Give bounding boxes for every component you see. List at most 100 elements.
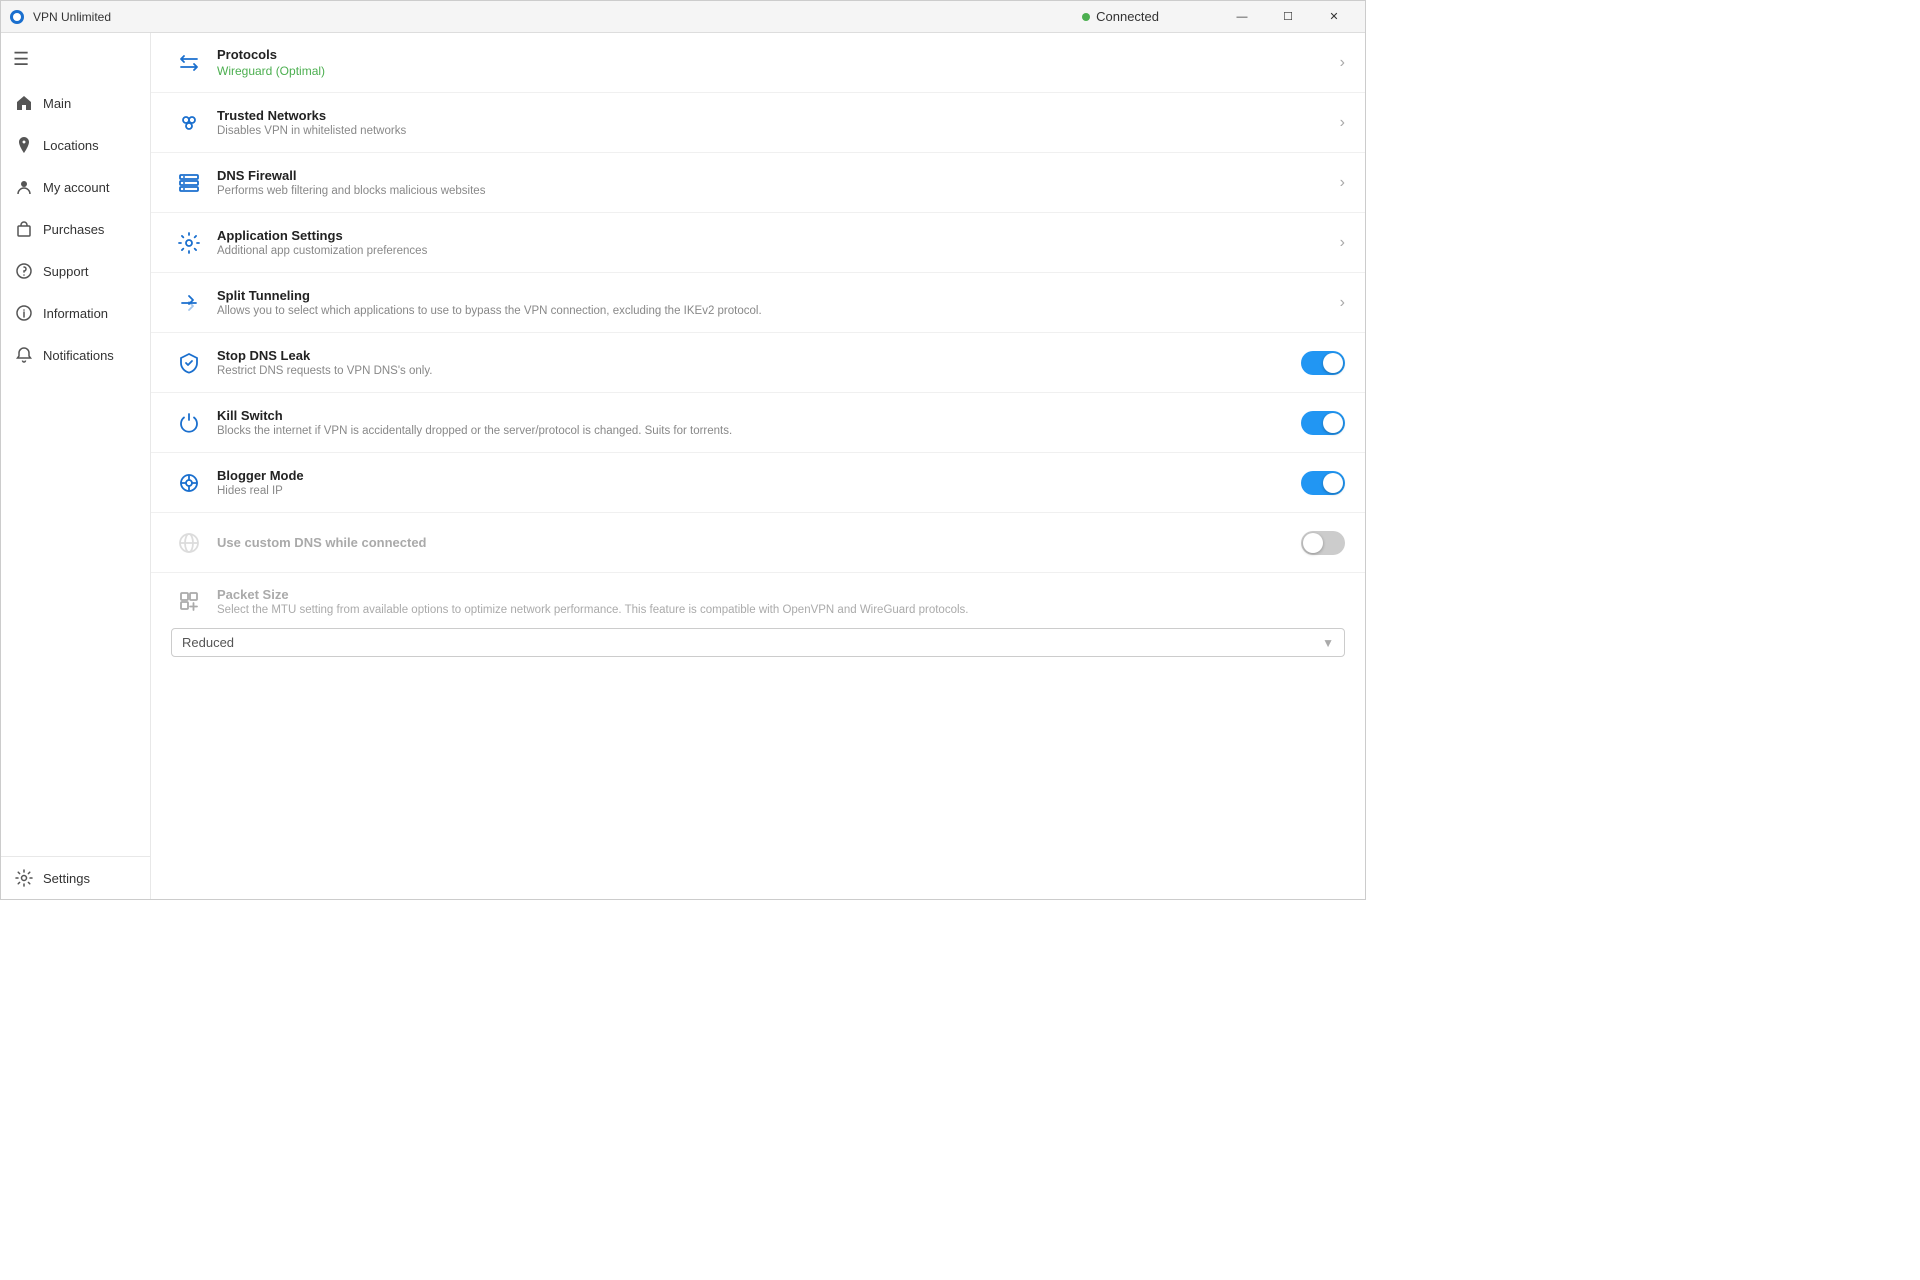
stop-dns-leak-info: Stop DNS Leak Restrict DNS requests to V…: [207, 348, 1301, 377]
protocols-value: Wireguard (Optimal): [217, 64, 1340, 78]
kill-switch-info: Kill Switch Blocks the internet if VPN i…: [207, 408, 1301, 437]
split-tunneling-action: ›: [1340, 294, 1345, 312]
protocols-chevron-icon: ›: [1340, 54, 1345, 72]
protocols-action: ›: [1340, 54, 1345, 72]
stop-dns-leak-toggle-track: [1301, 351, 1345, 375]
split-tunneling-title: Split Tunneling: [217, 288, 1340, 303]
sidebar-item-locations[interactable]: Locations: [1, 124, 150, 166]
stop-dns-leak-toggle-thumb: [1323, 353, 1343, 373]
custom-dns-toggle-container[interactable]: [1301, 531, 1345, 555]
person-icon: [15, 178, 33, 196]
sidebar-label-my-account: My account: [43, 180, 109, 195]
packet-size-icon: [171, 589, 207, 613]
menu-button[interactable]: ☰: [1, 41, 150, 78]
support-icon: [15, 262, 33, 280]
kill-switch-toggle-container[interactable]: [1301, 411, 1345, 435]
sidebar-item-main[interactable]: Main: [1, 82, 150, 124]
window-controls: — ☐ ✕: [1219, 1, 1357, 33]
trusted-networks-action: ›: [1340, 114, 1345, 132]
custom-dns-toggle[interactable]: [1301, 531, 1345, 555]
trusted-networks-icon: [171, 111, 207, 135]
sidebar-item-information[interactable]: Information: [1, 292, 150, 334]
blogger-mode-toggle[interactable]: [1301, 471, 1345, 495]
protocols-row[interactable]: Protocols Wireguard (Optimal) ›: [151, 33, 1365, 93]
sidebar-item-my-account[interactable]: My account: [1, 166, 150, 208]
connected-dot-icon: [1082, 13, 1090, 21]
packet-size-dropdown-arrow-icon: ▼: [1322, 636, 1334, 650]
trusted-networks-title: Trusted Networks: [217, 108, 1340, 123]
kill-switch-desc: Blocks the internet if VPN is accidental…: [217, 425, 1301, 437]
kill-switch-toggle[interactable]: [1301, 411, 1345, 435]
titlebar-right: Connected — ☐ ✕: [1082, 1, 1357, 33]
packet-size-desc: Select the MTU setting from available op…: [217, 604, 968, 616]
custom-dns-title: Use custom DNS while connected: [217, 535, 1301, 550]
app-settings-row[interactable]: Application Settings Additional app cust…: [151, 213, 1365, 273]
blogger-mode-title: Blogger Mode: [217, 468, 1301, 483]
titlebar: VPN Unlimited Connected — ☐ ✕: [1, 1, 1365, 33]
connected-label: Connected: [1096, 9, 1159, 24]
custom-dns-toggle-track: [1301, 531, 1345, 555]
bag-icon: [15, 220, 33, 238]
app-title: VPN Unlimited: [33, 10, 111, 24]
custom-dns-icon: [171, 531, 207, 555]
dns-firewall-chevron-icon: ›: [1340, 174, 1345, 192]
sidebar-item-purchases[interactable]: Purchases: [1, 208, 150, 250]
stop-dns-leak-title: Stop DNS Leak: [217, 348, 1301, 363]
dns-firewall-row[interactable]: DNS Firewall Performs web filtering and …: [151, 153, 1365, 213]
maximize-button[interactable]: ☐: [1265, 1, 1311, 33]
minimize-button[interactable]: —: [1219, 1, 1265, 33]
app-settings-chevron-icon: ›: [1340, 234, 1345, 252]
location-icon: [15, 136, 33, 154]
connected-status: Connected: [1082, 9, 1159, 24]
blogger-mode-toggle-container[interactable]: [1301, 471, 1345, 495]
sidebar-label-information: Information: [43, 306, 108, 321]
app-settings-icon: [171, 231, 207, 255]
custom-dns-row: Use custom DNS while connected: [151, 513, 1365, 573]
home-icon: [15, 94, 33, 112]
sidebar-item-support[interactable]: Support: [1, 250, 150, 292]
app-settings-info: Application Settings Additional app cust…: [207, 228, 1340, 257]
trusted-networks-desc: Disables VPN in whitelisted networks: [217, 125, 1340, 137]
stop-dns-leak-toggle[interactable]: [1301, 351, 1345, 375]
sidebar: ☰ Main Locations My account: [1, 33, 151, 899]
packet-size-dropdown[interactable]: Reduced ▼: [171, 628, 1345, 657]
kill-switch-toggle-thumb: [1323, 413, 1343, 433]
dns-firewall-title: DNS Firewall: [217, 168, 1340, 183]
packet-size-value: Reduced: [182, 635, 234, 650]
sidebar-label-notifications: Notifications: [43, 348, 114, 363]
packet-size-info: Packet Size Select the MTU setting from …: [217, 587, 968, 616]
sidebar-label-locations: Locations: [43, 138, 99, 153]
sidebar-label-main: Main: [43, 96, 71, 111]
stop-dns-leak-toggle-container[interactable]: [1301, 351, 1345, 375]
sidebar-bottom: Settings: [1, 856, 150, 899]
kill-switch-toggle-track: [1301, 411, 1345, 435]
sidebar-label-settings: Settings: [43, 871, 90, 886]
titlebar-left: VPN Unlimited: [9, 9, 111, 25]
sidebar-item-notifications[interactable]: Notifications: [1, 334, 150, 376]
trusted-networks-info: Trusted Networks Disables VPN in whiteli…: [207, 108, 1340, 137]
sidebar-label-support: Support: [43, 264, 89, 279]
stop-dns-leak-icon: [171, 351, 207, 375]
trusted-networks-row[interactable]: Trusted Networks Disables VPN in whiteli…: [151, 93, 1365, 153]
sidebar-item-settings[interactable]: Settings: [1, 857, 150, 899]
blogger-mode-toggle-track: [1301, 471, 1345, 495]
app-logo-icon: [9, 9, 25, 25]
stop-dns-leak-desc: Restrict DNS requests to VPN DNS's only.: [217, 365, 1301, 377]
sidebar-label-purchases: Purchases: [43, 222, 104, 237]
protocol-icon: [171, 51, 207, 75]
custom-dns-info: Use custom DNS while connected: [207, 535, 1301, 550]
gear-icon: [15, 869, 33, 887]
app-settings-action: ›: [1340, 234, 1345, 252]
split-tunneling-desc: Allows you to select which applications …: [217, 305, 1340, 317]
trusted-networks-chevron-icon: ›: [1340, 114, 1345, 132]
blogger-mode-info: Blogger Mode Hides real IP: [207, 468, 1301, 497]
blogger-mode-desc: Hides real IP: [217, 485, 1301, 497]
dns-firewall-icon: [171, 171, 207, 195]
info-icon: [15, 304, 33, 322]
custom-dns-toggle-thumb: [1303, 533, 1323, 553]
split-tunneling-row[interactable]: Split Tunneling Allows you to select whi…: [151, 273, 1365, 333]
close-button[interactable]: ✕: [1311, 1, 1357, 33]
split-tunneling-info: Split Tunneling Allows you to select whi…: [207, 288, 1340, 317]
packet-size-section: Packet Size Select the MTU setting from …: [151, 573, 1365, 677]
dns-firewall-desc: Performs web filtering and blocks malici…: [217, 185, 1340, 197]
